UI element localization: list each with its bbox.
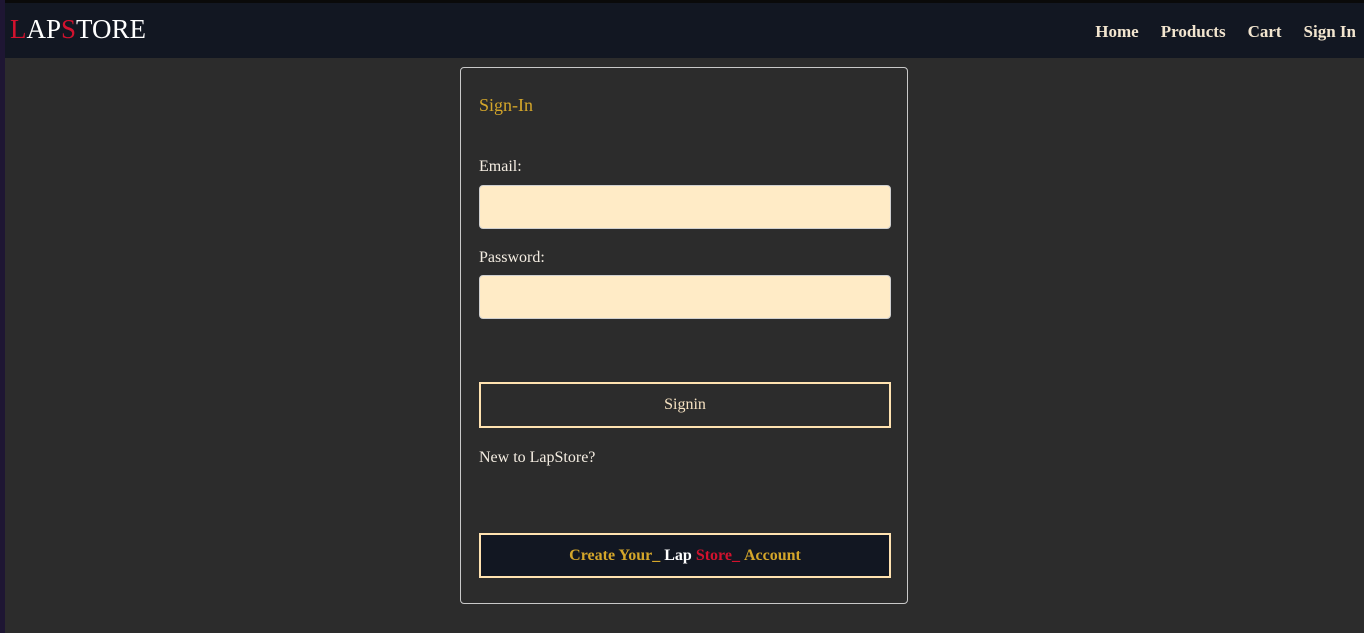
new-user-text: New to LapStore? bbox=[479, 449, 596, 466]
create-text-part1: Create Your_ bbox=[569, 546, 665, 564]
brand-letters-tore: TORE bbox=[76, 14, 147, 44]
brand-letters-ap: AP bbox=[26, 14, 62, 44]
brand-letter-l: L bbox=[10, 14, 27, 44]
header-navbar: LAPSTORE Home Products Cart Sign In bbox=[5, 3, 1364, 58]
create-text-part2: Lap bbox=[664, 546, 696, 564]
password-label: Password: bbox=[479, 249, 545, 266]
create-text-part4: Account bbox=[743, 546, 801, 564]
create-text-part3: Store_ bbox=[695, 546, 744, 564]
brand-letter-s: S bbox=[61, 14, 77, 44]
main-nav: Home Products Cart Sign In bbox=[1073, 22, 1356, 42]
window-left-edge bbox=[0, 0, 5, 633]
signin-card: Sign-In Email: Password: Signin New to L… bbox=[460, 67, 908, 604]
nav-cart-link[interactable]: Cart bbox=[1248, 22, 1282, 42]
email-input[interactable] bbox=[479, 185, 891, 229]
email-label: Email: bbox=[479, 158, 522, 175]
signin-title: Sign-In bbox=[479, 95, 533, 115]
nav-signin-link[interactable]: Sign In bbox=[1304, 22, 1356, 42]
nav-home-link[interactable]: Home bbox=[1095, 22, 1138, 42]
nav-products-link[interactable]: Products bbox=[1161, 22, 1226, 42]
signin-button[interactable]: Signin bbox=[479, 382, 891, 428]
brand-logo[interactable]: LAPSTORE bbox=[10, 14, 146, 44]
password-input[interactable] bbox=[479, 275, 891, 319]
create-account-button[interactable]: Create Your_ Lap Store_ Account bbox=[479, 533, 891, 578]
